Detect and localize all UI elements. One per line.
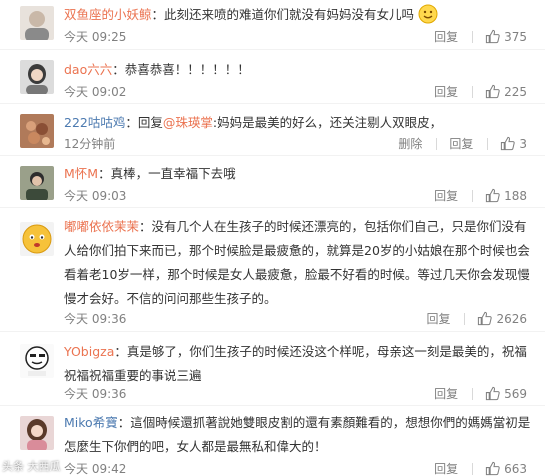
like-count: 569 (504, 386, 527, 401)
avatar[interactable] (20, 60, 54, 94)
comment-item: Miko希寶：這個時候還抓著說她雙眼皮割的還有素顏難看的，想想你們的媽媽當初是怎… (0, 408, 545, 476)
reply-button[interactable]: 回复 (434, 187, 458, 204)
thumbs-up-icon (485, 188, 500, 203)
comment-text: ：恭喜恭喜！！！！！！ (112, 62, 250, 77)
comment-username[interactable]: Miko希寶 (64, 415, 118, 430)
comment-username[interactable]: 双鱼座的小妖鲸 (64, 7, 152, 22)
comment-text: ：真棒，一直幸福下去哦 (98, 166, 236, 181)
thumbs-up-icon (485, 461, 500, 476)
smiley-emoji-icon (418, 4, 438, 24)
avatar[interactable] (20, 6, 54, 40)
comment-time: 12分钟前 (64, 137, 116, 151)
comment-time: 今天 09:02 (64, 85, 127, 99)
mention-link[interactable]: @珠瑛掌 (163, 115, 213, 130)
divider (472, 85, 474, 98)
comment-username[interactable]: M怀M (64, 166, 98, 181)
like-button[interactable]: 188 (485, 188, 527, 203)
comment-item: YObigza：真是够了，你们生孩子的时候还没这个样呢，母亲这一刻是最美的，祝福… (0, 334, 545, 406)
comment-username[interactable]: 222咕咕鸡 (64, 115, 125, 130)
comment-text: :妈妈是最美的好么，还关注剔人双眼皮， (212, 115, 443, 130)
divider (472, 189, 474, 202)
reply-button[interactable]: 回复 (449, 135, 473, 152)
thumbs-up-icon (485, 386, 500, 401)
comment-time: 今天 09:36 (64, 312, 127, 326)
thumbs-up-icon (478, 311, 493, 326)
avatar[interactable] (20, 114, 54, 148)
avatar[interactable] (20, 344, 54, 378)
comment-time: 今天 09:42 (64, 462, 127, 476)
thumbs-up-icon (485, 29, 500, 44)
comment-username[interactable]: YObigza (64, 344, 114, 359)
like-count: 2626 (496, 311, 527, 326)
reply-button[interactable]: 回复 (434, 385, 458, 402)
avatar[interactable] (20, 222, 54, 256)
comment-text: ：真是够了，你们生孩子的时候还没这个样呢，母亲这一刻是最美的，祝福祝福祝福重要的… (64, 344, 527, 383)
comment-item: 222咕咕鸡：回复@珠瑛掌:妈妈是最美的好么，还关注剔人双眼皮， 12分钟前 删… (0, 106, 545, 156)
like-count: 3 (519, 136, 527, 151)
avatar[interactable] (20, 416, 54, 450)
like-count: 188 (504, 188, 527, 203)
reply-button[interactable]: 回复 (434, 460, 458, 476)
like-button[interactable]: 375 (485, 29, 527, 44)
like-button[interactable]: 225 (485, 84, 527, 99)
like-button[interactable]: 2626 (477, 311, 527, 326)
thumbs-up-icon (485, 84, 500, 99)
reply-button[interactable]: 回复 (434, 83, 458, 100)
comment-item: 双鱼座的小妖鲸：此刻还来喷的难道你们就没有妈妈没有女儿吗 今天 09:25 回复… (0, 0, 545, 50)
delete-button[interactable]: 删除 (398, 135, 422, 152)
comment-text: ：此刻还来喷的难道你们就没有妈妈没有女儿吗 (151, 7, 415, 22)
divider (472, 30, 474, 43)
like-count: 225 (504, 84, 527, 99)
comment-username[interactable]: dao六六 (64, 62, 112, 77)
like-button[interactable]: 3 (500, 136, 527, 151)
reply-button[interactable]: 回复 (434, 28, 458, 45)
comment-text: ：這個時候還抓著說她雙眼皮割的還有素顏難看的，想想你們的媽媽當初是怎麼生下你們的… (64, 415, 531, 454)
divider (464, 312, 466, 325)
like-button[interactable]: 663 (485, 461, 527, 476)
comment-item: dao六六：恭喜恭喜！！！！！！ 今天 09:02 回复 225 (0, 52, 545, 104)
reply-button[interactable]: 回复 (426, 310, 450, 327)
comment-time: 今天 09:03 (64, 189, 127, 203)
watermark: 头条 大西瓜 (2, 460, 61, 473)
divider (487, 137, 489, 150)
comment-time: 今天 09:36 (64, 387, 127, 401)
thumbs-up-icon (501, 136, 516, 151)
like-count: 375 (504, 29, 527, 44)
avatar[interactable] (20, 166, 54, 200)
comment-text-prefix: ：回复 (125, 115, 163, 130)
comment-time: 今天 09:25 (64, 30, 127, 44)
divider (472, 462, 474, 475)
comment-item: M怀M：真棒，一直幸福下去哦 今天 09:03 回复 188 (0, 158, 545, 208)
divider (472, 387, 474, 400)
comment-item: 嘟嘟依依茉茉：没有几个人在生孩子的时候还漂亮的，包括你们自己，只是你们没有人给你… (0, 210, 545, 332)
like-count: 663 (504, 461, 527, 476)
divider (436, 137, 438, 150)
like-button[interactable]: 569 (485, 386, 527, 401)
comment-username[interactable]: 嘟嘟依依茉茉 (64, 219, 139, 234)
